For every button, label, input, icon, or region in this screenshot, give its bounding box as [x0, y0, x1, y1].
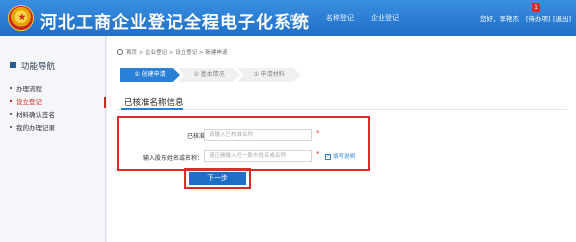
tab-approved-name-info[interactable]: 已核准名称信息	[124, 96, 184, 108]
nav-home[interactable]: 首页	[289, 13, 303, 23]
logout-link[interactable]: [退出]	[553, 13, 571, 23]
national-emblem-icon	[8, 5, 34, 31]
bullet-icon	[10, 87, 12, 89]
fill-instructions-link[interactable]: ? 填写说明	[325, 152, 355, 160]
approved-name-form: 已核准名称： 请输入已核准名称 * 输入股东姓名或名称： 请正确输入任一股东姓名…	[117, 116, 370, 171]
next-button-highlight: 下一步	[184, 168, 251, 189]
bullet-icon	[10, 126, 12, 128]
user-greeting: 您好，李艳杰	[480, 15, 519, 23]
sidebar-item-establishment[interactable]: 设立登记	[0, 97, 106, 108]
sidebar-item-process[interactable]: 办理流程	[0, 84, 106, 95]
sidebar-heading: 功能导航	[10, 60, 55, 72]
main-content: 首页 > 企业登记 > 设立登记 > 新建申请 ① 创建申请 ② 基本情况 ③ …	[107, 36, 576, 242]
breadcrumb: 首页 > 企业登记 > 设立登记 > 新建申请	[117, 48, 227, 56]
shareholder-name-input[interactable]: 请正确输入任一股东姓名或名称	[204, 150, 312, 162]
top-header: 河北工商企业登记全程电子化系统 首页 名称登记 企业登记 您好，李艳杰 1 [待…	[0, 0, 576, 36]
sidebar-item-my-records[interactable]: 我的办理记录	[0, 123, 106, 134]
nav-name-registration[interactable]: 名称登记	[326, 13, 354, 23]
sidebar: 功能导航 办理流程 设立登记 材料确认签名 我的办理记录	[0, 36, 106, 242]
sidebar-item-material-sign[interactable]: 材料确认签名	[0, 110, 106, 121]
help-icon: ?	[325, 154, 331, 160]
todo-count-badge: 1	[532, 3, 540, 12]
menu-square-icon	[10, 62, 16, 68]
step-create-application: ① 创建申请	[120, 68, 180, 82]
step-basic-info: ② 基本情况	[178, 68, 240, 82]
step-materials: ③ 申请材料	[237, 68, 301, 82]
bullet-icon	[10, 113, 12, 115]
shareholder-name-label: 输入股东姓名或名称：	[142, 155, 203, 162]
nav-enterprise-registration[interactable]: 企业登记	[371, 13, 399, 23]
system-title: 河北工商企业登记全程电子化系统	[40, 13, 310, 33]
bullet-icon	[10, 100, 12, 102]
tab-active-indicator	[121, 108, 183, 110]
tab-divider	[117, 109, 567, 110]
required-mark: *	[316, 129, 320, 137]
approved-name-input[interactable]: 请输入已核准名称	[204, 129, 312, 141]
location-pin-icon	[117, 49, 123, 55]
next-step-button[interactable]: 下一步	[189, 172, 246, 185]
todo-link[interactable]: [待办项]	[526, 13, 551, 23]
required-mark: *	[316, 150, 320, 158]
